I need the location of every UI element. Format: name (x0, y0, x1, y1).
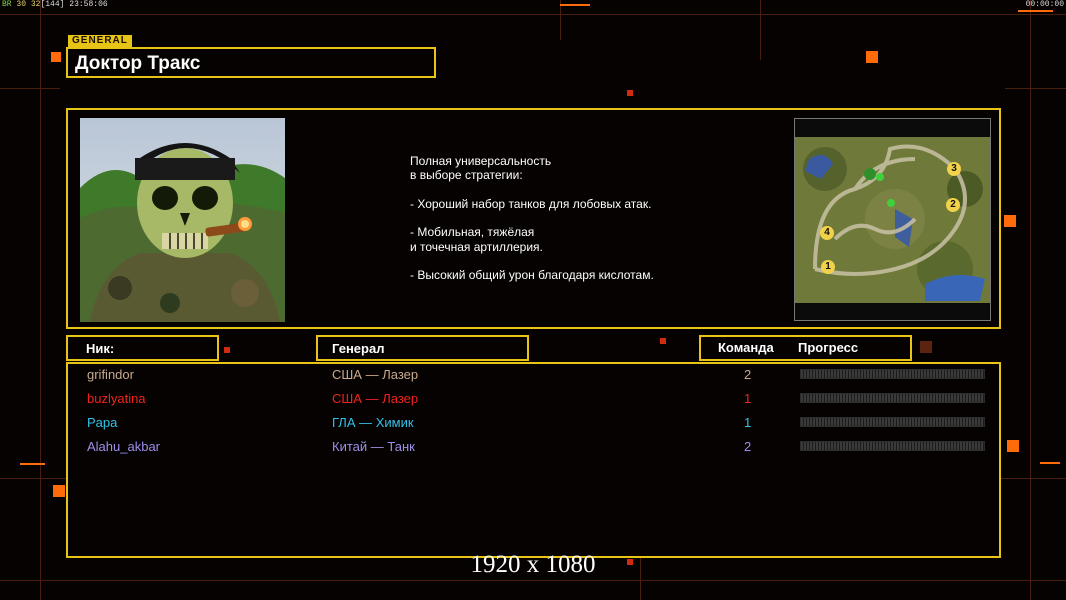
minimap-terrain (795, 119, 990, 320)
minimap[interactable]: 1 2 3 4 (794, 118, 991, 321)
header-general: Генерал (332, 341, 385, 356)
general-info-panel: Полная универсальность в выборе стратеги… (66, 108, 1001, 329)
hud-time: 23:58:06 (69, 0, 108, 9)
general-tag: GENERAL (68, 35, 132, 47)
player-general: Китай — Танк (332, 439, 415, 454)
player-team: 2 (744, 367, 752, 382)
general-description: Полная универсальность в выборе стратеги… (410, 154, 654, 283)
header-nick-frame: Ник: (66, 335, 219, 361)
player-team: 1 (744, 391, 752, 406)
player-general: США — Лазер (332, 367, 419, 382)
player-progress-bar (800, 441, 985, 451)
player-team: 1 (744, 415, 752, 430)
player-general: США — Лазер (332, 391, 419, 406)
players-panel: grifindor США — Лазер 2 buzlyatina США — Лаз… (66, 362, 1001, 558)
general-title-frame: Доктор Тракс (66, 47, 436, 78)
header-team: Команда (718, 340, 774, 355)
player-progress-bar (800, 417, 985, 427)
header-nick: Ник: (86, 341, 115, 356)
hud-timer: 00:00:00 (1025, 0, 1064, 9)
header-progress: Прогресс (798, 340, 859, 355)
player-progress-bar (800, 369, 985, 379)
map-start-1: 1 (821, 260, 835, 274)
header-general-frame: Генерал (316, 335, 529, 361)
hud-b: 30 (16, 0, 27, 9)
map-start-2: 2 (946, 198, 960, 212)
player-nick: Alahu_akbar (87, 439, 160, 454)
player-nick: Papa (87, 415, 118, 430)
player-nick: grifindor (87, 367, 134, 382)
player-nick: buzlyatina (87, 391, 146, 406)
game-lobby-screen: { "hud": {"left": {"a": "BR", "b": "30",… (0, 0, 1066, 600)
player-team: 2 (744, 439, 752, 454)
hud-a: BR (2, 0, 12, 9)
header-team-progress-frame: Команда Прогресс (699, 335, 912, 361)
hud-counters: BR 30 32[144] 23:58:06 (2, 0, 108, 9)
skull-portrait-icon (80, 118, 285, 322)
player-general: ГЛА — Химик (332, 415, 414, 430)
map-start-4: 4 (820, 226, 834, 240)
general-portrait (80, 118, 285, 322)
resolution-label: 1920 x 1080 (470, 551, 596, 578)
general-name: Доктор Тракс (75, 53, 201, 74)
player-progress-bar (800, 393, 985, 403)
hud-c: 32 (30, 0, 41, 9)
hud-d: [144] (40, 0, 65, 9)
map-start-3: 3 (947, 162, 961, 176)
